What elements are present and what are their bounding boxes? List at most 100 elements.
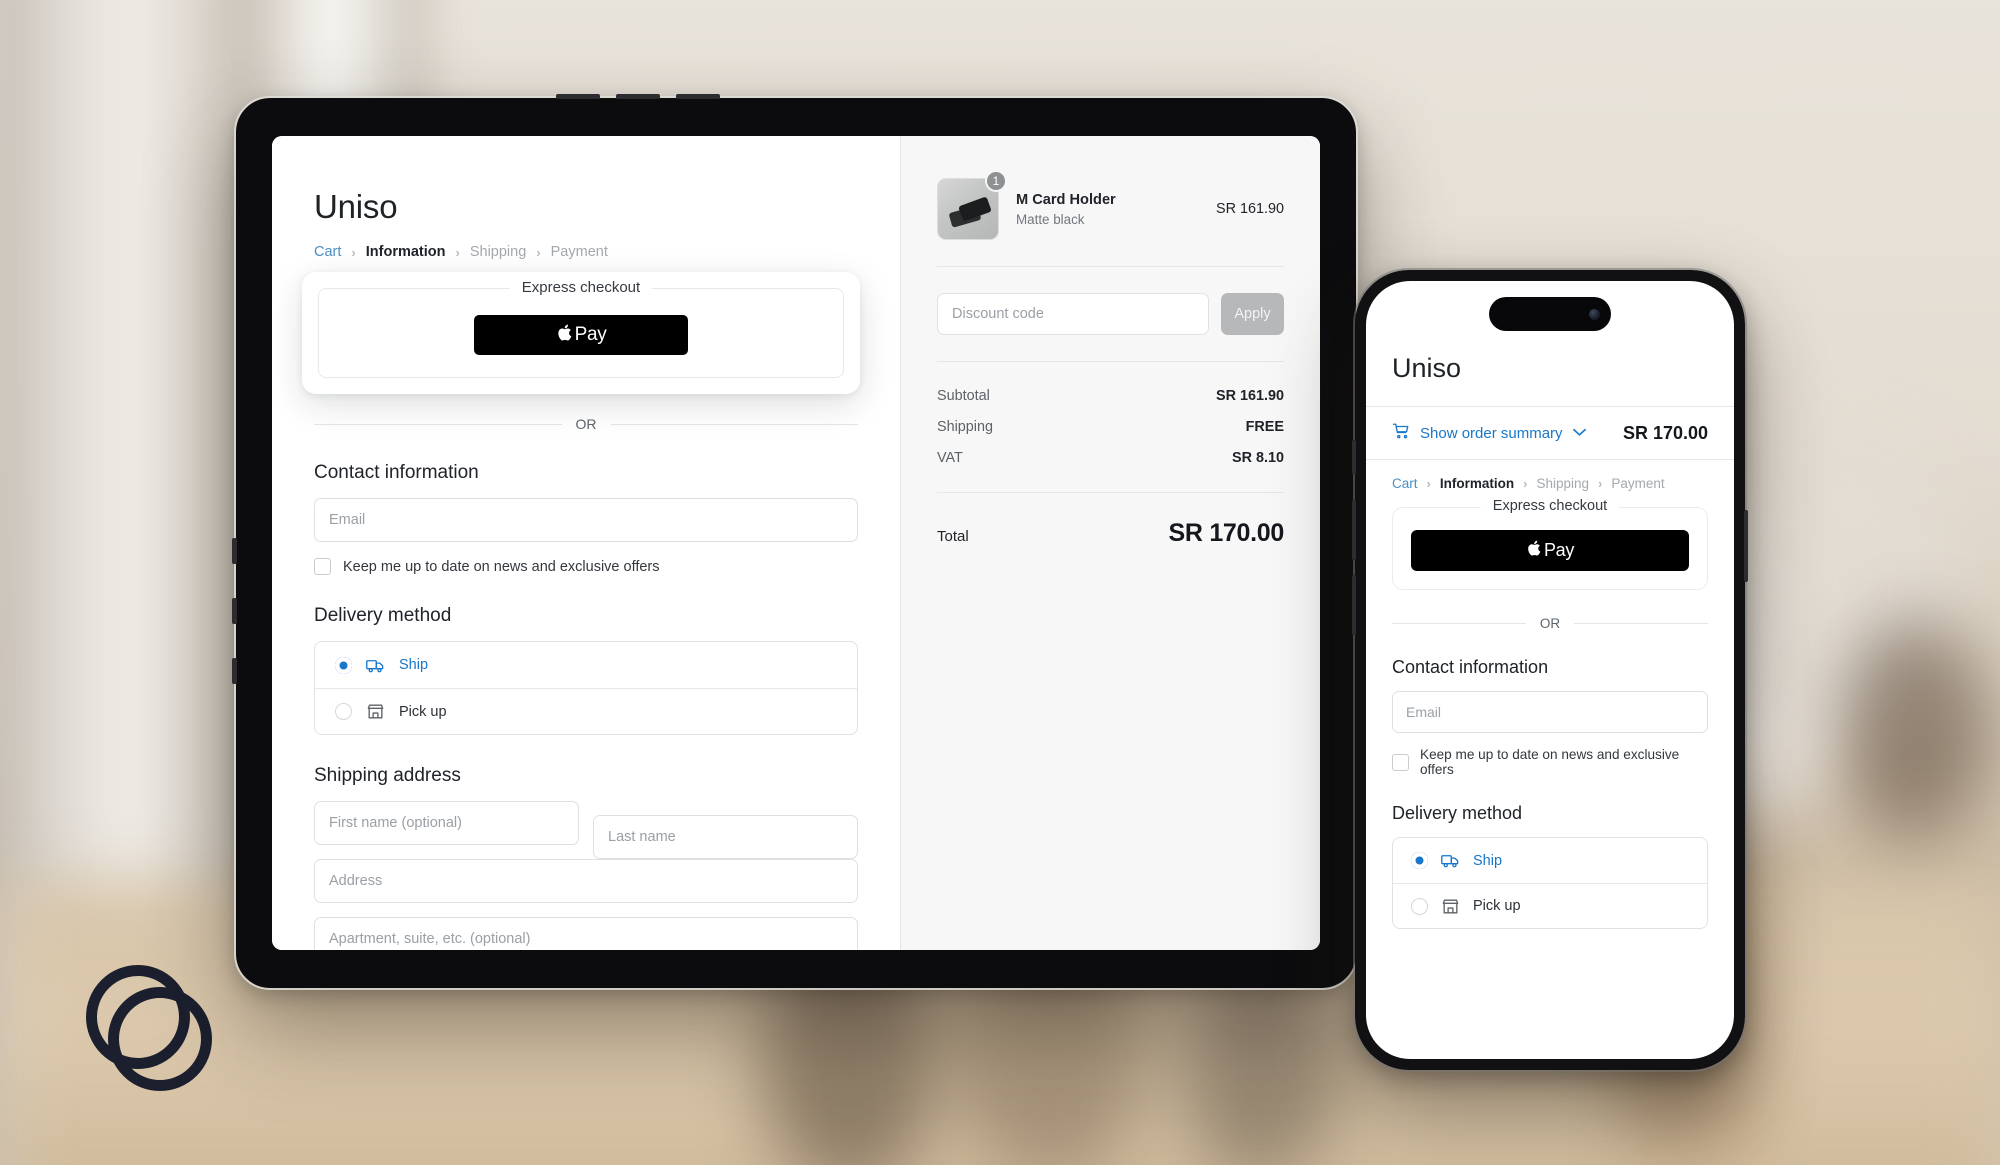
apartment-field[interactable]: Apartment, suite, etc. (optional) bbox=[314, 917, 858, 950]
summary-divider bbox=[937, 492, 1284, 493]
truck-icon bbox=[365, 656, 386, 675]
breadcrumb-separator-icon: › bbox=[1426, 476, 1431, 491]
breadcrumb-separator-icon: › bbox=[536, 244, 541, 260]
address-field[interactable]: Address bbox=[314, 859, 858, 903]
product-quantity-badge: 1 bbox=[985, 170, 1007, 192]
summary-line-shipping: Shipping FREE bbox=[937, 419, 1284, 435]
phone-radio-ship[interactable] bbox=[1411, 852, 1428, 869]
tablet-device: Uniso Cart › Information › Shipping › Pa… bbox=[232, 94, 1358, 990]
delivery-option-pickup-label: Pick up bbox=[399, 703, 447, 720]
phone-screen: Uniso Show order summary SR 170.00 Cart … bbox=[1366, 281, 1734, 1059]
first-name-field[interactable]: First name (optional) bbox=[314, 801, 579, 845]
apple-pay-label: Pay bbox=[574, 324, 607, 345]
background-garment-6 bbox=[1840, 620, 1990, 840]
breadcrumb-item-payment[interactable]: Payment bbox=[551, 244, 608, 260]
summary-line-value: SR 161.90 bbox=[1215, 388, 1284, 404]
summary-divider bbox=[937, 266, 1284, 267]
breadcrumb-item-payment[interactable]: Payment bbox=[1611, 476, 1664, 491]
discount-row: Discount code Apply bbox=[937, 293, 1284, 335]
breadcrumb-separator-icon: › bbox=[1598, 476, 1603, 491]
breadcrumb-item-information[interactable]: Information bbox=[1440, 476, 1514, 491]
radio-ship[interactable] bbox=[335, 656, 352, 674]
phone-apple-pay-button[interactable]: Pay bbox=[1411, 530, 1689, 571]
summary-divider bbox=[937, 361, 1284, 362]
phone-volume-up-button bbox=[1352, 500, 1356, 560]
apply-discount-button[interactable]: Apply bbox=[1221, 293, 1284, 335]
contact-information-heading: Contact information bbox=[314, 462, 479, 483]
show-order-summary-bar[interactable]: Show order summary SR 170.00 bbox=[1366, 406, 1734, 460]
discount-code-input[interactable]: Discount code bbox=[937, 293, 1209, 335]
tablet-top-button-1 bbox=[556, 94, 600, 99]
total-value: SR 170.00 bbox=[1168, 519, 1285, 547]
phone-express-checkout-card: Express checkout Pay bbox=[1392, 498, 1708, 590]
delivery-option-ship-label: Ship bbox=[399, 657, 429, 673]
breadcrumb-item-information[interactable]: Information bbox=[366, 244, 446, 260]
breadcrumb-item-shipping[interactable]: Shipping bbox=[470, 244, 526, 260]
summary-line-vat: VAT SR 8.10 bbox=[937, 450, 1284, 466]
phone-volume-down-button bbox=[1352, 575, 1356, 635]
tablet-side-button-1 bbox=[232, 538, 237, 564]
phone-newsletter-label: Keep me up to date on news and exclusive… bbox=[1420, 747, 1680, 777]
phone-delivery-option-pickup[interactable]: Pick up bbox=[1393, 883, 1707, 928]
tablet-top-button-2 bbox=[616, 94, 660, 99]
newsletter-label: Keep me up to date on news and exclusive… bbox=[343, 558, 660, 575]
breadcrumb-item-cart[interactable]: Cart bbox=[314, 244, 341, 260]
background-garment-3 bbox=[1180, 960, 1340, 1165]
express-checkout-legend: Express checkout bbox=[509, 279, 653, 296]
phone-delivery-option-ship-label: Ship bbox=[1473, 852, 1503, 869]
front-camera-icon bbox=[1589, 308, 1600, 320]
summary-line-label: VAT bbox=[937, 450, 963, 466]
delivery-option-ship[interactable]: Ship bbox=[315, 642, 857, 688]
radio-pickup[interactable] bbox=[335, 703, 352, 720]
show-order-summary-toggle[interactable]: Show order summary bbox=[1392, 422, 1586, 445]
phone-power-button bbox=[1744, 510, 1748, 582]
shipping-address-heading: Shipping address bbox=[314, 765, 461, 786]
breadcrumb-item-shipping[interactable]: Shipping bbox=[1536, 476, 1589, 491]
breadcrumb-item-cart[interactable]: Cart bbox=[1392, 476, 1418, 491]
product-name: M Card Holder bbox=[1016, 191, 1116, 208]
dynamic-island bbox=[1489, 297, 1611, 331]
newsletter-checkbox-row[interactable]: Keep me up to date on news and exclusive… bbox=[314, 558, 858, 575]
phone-mute-switch bbox=[1352, 440, 1356, 474]
express-checkout-card: Express checkout Pay bbox=[302, 272, 860, 394]
phone-or-label: OR bbox=[1539, 616, 1561, 631]
tablet-side-button-3 bbox=[232, 658, 237, 684]
delivery-method-heading: Delivery method bbox=[314, 605, 452, 626]
double-ring-logo bbox=[86, 965, 216, 1095]
store-icon bbox=[365, 702, 386, 721]
summary-line-label: Shipping bbox=[937, 419, 994, 435]
phone-delivery-option-ship[interactable]: Ship bbox=[1393, 838, 1707, 883]
express-checkout-fieldset: Express checkout Pay bbox=[318, 279, 844, 378]
phone-checkout-content: Uniso Show order summary SR 170.00 Cart … bbox=[1366, 281, 1734, 929]
summary-line-subtotal: Subtotal SR 161.90 bbox=[937, 388, 1284, 404]
delivery-option-pickup[interactable]: Pick up bbox=[315, 688, 857, 734]
phone-device: Uniso Show order summary SR 170.00 Cart … bbox=[1352, 268, 1748, 1072]
product-info: M Card Holder Matte black bbox=[1016, 192, 1116, 227]
phone-delivery-method-heading: Delivery method bbox=[1392, 803, 1523, 823]
email-field[interactable]: Email bbox=[314, 498, 858, 542]
delivery-method-group: Ship Pick up bbox=[314, 641, 858, 735]
breadcrumb: Cart › Information › Shipping › Payment bbox=[314, 244, 858, 260]
or-divider-line-left bbox=[314, 423, 562, 425]
phone-radio-pickup[interactable] bbox=[1411, 897, 1428, 915]
phone-contact-information-heading: Contact information bbox=[1392, 657, 1549, 677]
newsletter-checkbox[interactable] bbox=[314, 558, 331, 575]
apple-logo-icon bbox=[556, 323, 572, 346]
cart-icon bbox=[1392, 422, 1410, 445]
summary-line-label: Subtotal bbox=[937, 388, 990, 404]
summary-total-row: Total SR 170.00 bbox=[937, 519, 1284, 548]
apple-pay-button[interactable]: Pay bbox=[474, 315, 688, 355]
phone-newsletter-checkbox-row[interactable]: Keep me up to date on news and exclusive… bbox=[1392, 747, 1708, 777]
tablet-top-button-3 bbox=[676, 94, 720, 99]
or-divider-label: OR bbox=[575, 416, 597, 432]
summary-line-value: FREE bbox=[1245, 419, 1284, 435]
phone-newsletter-checkbox[interactable] bbox=[1392, 753, 1409, 771]
last-name-field[interactable]: Last name bbox=[593, 815, 858, 859]
phone-or-line-right bbox=[1574, 623, 1708, 624]
order-summary-pane: 1 M Card Holder Matte black SR 161.90 Di… bbox=[900, 136, 1320, 950]
summary-line-value: SR 8.10 bbox=[1232, 450, 1284, 466]
phone-email-field[interactable]: Email bbox=[1392, 691, 1708, 733]
phone-apple-pay-label: Pay bbox=[1543, 540, 1575, 560]
tablet-side-button-2 bbox=[232, 598, 237, 624]
product-thumbnail-wrap: 1 bbox=[937, 170, 1007, 240]
